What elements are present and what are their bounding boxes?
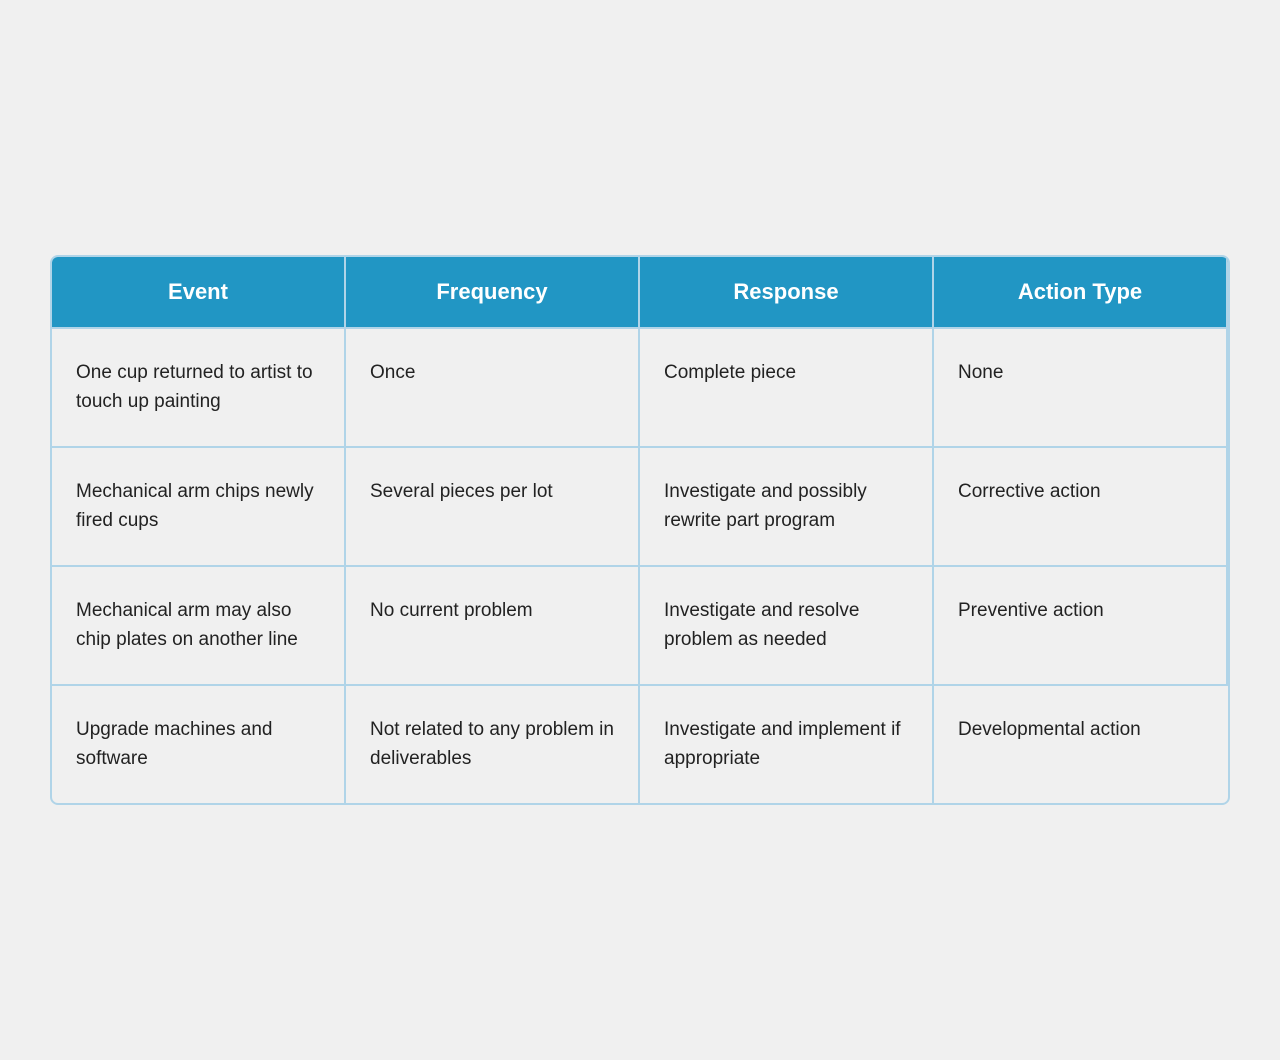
header-action-type: Action Type (934, 257, 1228, 327)
table-row: Complete piece (640, 327, 934, 446)
main-table: Event Frequency Response Action Type One… (50, 255, 1230, 805)
table-row: Investigate and implement if appropriate (640, 684, 934, 803)
header-event: Event (52, 257, 346, 327)
table-row: Several pieces per lot (346, 446, 640, 565)
table-row: Not related to any problem in deliverabl… (346, 684, 640, 803)
table-row: Investigate and possibly rewrite part pr… (640, 446, 934, 565)
table-row: Once (346, 327, 640, 446)
table-row: Mechanical arm chips newly fired cups (52, 446, 346, 565)
table-row: Developmental action (934, 684, 1228, 803)
table-grid: Event Frequency Response Action Type One… (52, 257, 1228, 803)
table-row: None (934, 327, 1228, 446)
table-row: Investigate and resolve problem as neede… (640, 565, 934, 684)
table-row: Corrective action (934, 446, 1228, 565)
table-row: Upgrade machines and software (52, 684, 346, 803)
table-row: No current problem (346, 565, 640, 684)
table-row: Preventive action (934, 565, 1228, 684)
header-frequency: Frequency (346, 257, 640, 327)
table-row: Mechanical arm may also chip plates on a… (52, 565, 346, 684)
table-row: One cup returned to artist to touch up p… (52, 327, 346, 446)
header-response: Response (640, 257, 934, 327)
